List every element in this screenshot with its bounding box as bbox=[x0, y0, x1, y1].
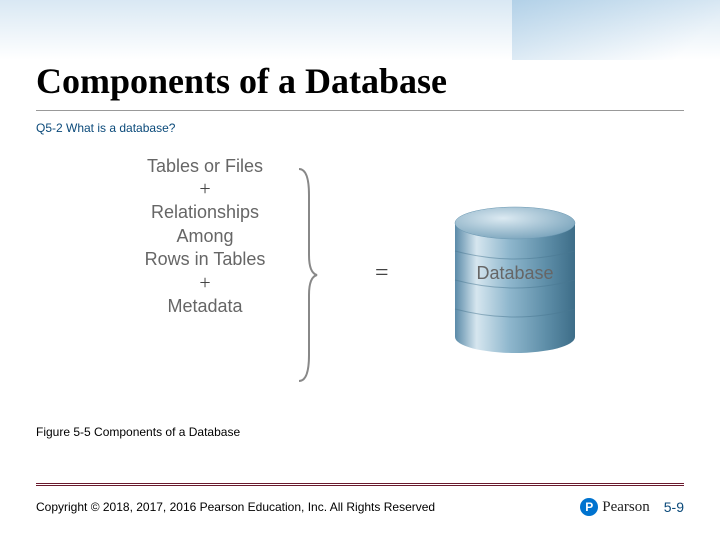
copyright-text: Copyright © 2018, 2017, 2016 Pearson Edu… bbox=[36, 500, 435, 514]
equals-icon: = bbox=[375, 260, 389, 287]
database-label: Database bbox=[435, 263, 595, 284]
plus-icon: + bbox=[120, 178, 290, 201]
brace-icon bbox=[295, 165, 319, 385]
components-diagram: Tables or Files + Relationships Among Ro… bbox=[110, 155, 610, 395]
list-item-among: Among bbox=[120, 225, 290, 248]
diagram-left-list: Tables or Files + Relationships Among Ro… bbox=[120, 155, 290, 318]
page-subtitle: Q5-2 What is a database? bbox=[36, 121, 684, 135]
slide-footer: Copyright © 2018, 2017, 2016 Pearson Edu… bbox=[36, 483, 684, 516]
pearson-logo-text: Pearson bbox=[602, 499, 650, 516]
plus-icon: + bbox=[120, 272, 290, 295]
pearson-logo: P Pearson bbox=[580, 498, 650, 516]
list-item-tables: Tables or Files bbox=[120, 155, 290, 178]
list-item-relationships: Relationships bbox=[120, 201, 290, 224]
page-title: Components of a Database bbox=[36, 60, 684, 111]
slide-body: Components of a Database Q5-2 What is a … bbox=[0, 0, 720, 540]
footer-right: P Pearson 5-9 bbox=[580, 498, 684, 516]
page-number: 5-9 bbox=[664, 499, 684, 515]
list-item-rows: Rows in Tables bbox=[120, 248, 290, 271]
pearson-p-icon: P bbox=[580, 498, 598, 516]
figure-caption: Figure 5-5 Components of a Database bbox=[36, 425, 684, 439]
list-item-metadata: Metadata bbox=[120, 295, 290, 318]
